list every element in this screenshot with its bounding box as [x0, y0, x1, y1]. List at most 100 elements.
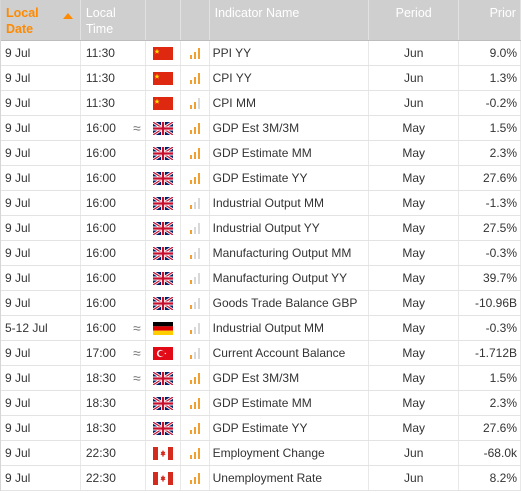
header-time-line-1: Local: [85, 6, 116, 20]
impact-bar-3: [197, 198, 200, 209]
impact-bar-2: [193, 227, 196, 234]
tentative-icon: ≈: [133, 345, 141, 361]
uk-flag-icon: [152, 271, 173, 285]
cell-period: May: [369, 141, 460, 165]
cell-indicator-name[interactable]: Employment Change: [210, 441, 370, 465]
cell-indicator-name[interactable]: Current Account Balance: [210, 341, 370, 365]
impact-bars-icon: [189, 47, 200, 59]
cell-time: 22:30: [81, 441, 146, 465]
cell-impact: [181, 291, 210, 315]
uk-flag-icon: [152, 171, 173, 185]
column-header-period[interactable]: Period: [369, 0, 460, 40]
table-row[interactable]: 9 Jul 16:00 Manufacturing Output YY May …: [1, 266, 521, 291]
table-row[interactable]: 9 Jul 16:00 Industrial Output YY May 27.…: [1, 216, 521, 241]
impact-bar-1: [189, 330, 192, 334]
cell-indicator-name[interactable]: GDP Est 3M/3M: [210, 366, 370, 390]
time-text: 18:30: [85, 371, 116, 385]
uk-flag-icon: [152, 121, 173, 135]
table-row[interactable]: 9 Jul 16:00 GDP Estimate YY May 27.6%: [1, 166, 521, 191]
impact-bar-2: [193, 277, 196, 284]
table-row[interactable]: 9 Jul 22:30 Employment Change Jun -68.0k: [1, 441, 521, 466]
cell-indicator-name[interactable]: GDP Estimate MM: [210, 141, 370, 165]
cell-date: 9 Jul: [1, 266, 81, 290]
cell-indicator-name[interactable]: GDP Estimate MM: [210, 391, 370, 415]
cell-impact: [181, 341, 210, 365]
cell-country: [146, 216, 181, 240]
time-text: 22:30: [85, 446, 116, 460]
cell-prior: 27.6%: [459, 416, 521, 440]
impact-bars-icon: [189, 322, 200, 334]
header-date-line-2: Date: [6, 22, 34, 36]
cell-impact: [181, 166, 210, 190]
cell-country: [146, 416, 181, 440]
cell-country: [146, 241, 181, 265]
cell-indicator-name[interactable]: GDP Estimate YY: [210, 416, 370, 440]
cell-indicator-name[interactable]: PPI YY: [210, 41, 370, 65]
column-header-local-date[interactable]: Local Date: [1, 0, 81, 40]
table-row[interactable]: 9 Jul 22:30 Unemployment Rate Jun 8.2%: [1, 466, 521, 491]
column-header-impact: [181, 0, 210, 40]
impact-bar-1: [189, 230, 192, 234]
table-row[interactable]: 5-12 Jul 16:00 ≈ Industrial Output MM Ma…: [1, 316, 521, 341]
impact-bar-3: [197, 398, 200, 409]
cell-indicator-name[interactable]: Manufacturing Output YY: [210, 266, 370, 290]
cell-impact: [181, 416, 210, 440]
impact-bar-2: [193, 52, 196, 59]
cell-indicator-name[interactable]: Industrial Output YY: [210, 216, 370, 240]
impact-bar-3: [197, 98, 200, 109]
cell-period: Jun: [369, 66, 460, 90]
cell-date: 9 Jul: [1, 391, 81, 415]
table-row[interactable]: 9 Jul 18:30 GDP Estimate YY May 27.6%: [1, 416, 521, 441]
impact-bar-2: [193, 102, 196, 109]
table-row[interactable]: 9 Jul 18:30 GDP Estimate MM May 2.3%: [1, 391, 521, 416]
cell-country: [146, 316, 181, 340]
column-header-indicator-name[interactable]: Indicator Name: [210, 0, 370, 40]
cell-indicator-name[interactable]: Unemployment Rate: [210, 466, 370, 490]
impact-bar-3: [197, 373, 200, 384]
table-row[interactable]: 9 Jul 16:00 Goods Trade Balance GBP May …: [1, 291, 521, 316]
tentative-icon: ≈: [133, 120, 141, 136]
cell-indicator-name[interactable]: GDP Estimate YY: [210, 166, 370, 190]
impact-bar-1: [189, 255, 192, 259]
cell-country: [146, 66, 181, 90]
table-row[interactable]: 9 Jul 17:00 ≈ Current Account Balance Ma…: [1, 341, 521, 366]
impact-bar-1: [189, 455, 192, 459]
table-row[interactable]: 9 Jul 11:30 CPI YY Jun 1.3%: [1, 66, 521, 91]
cell-time: 11:30: [81, 41, 146, 65]
table-row[interactable]: 9 Jul 16:00 Industrial Output MM May -1.…: [1, 191, 521, 216]
cell-impact: [181, 66, 210, 90]
cell-indicator-name[interactable]: CPI MM: [210, 91, 370, 115]
impact-bar-3: [197, 298, 200, 309]
column-header-prior[interactable]: Prior: [459, 0, 521, 40]
cell-indicator-name[interactable]: Industrial Output MM: [210, 191, 370, 215]
cell-time: 11:30: [81, 66, 146, 90]
cell-indicator-name[interactable]: Manufacturing Output MM: [210, 241, 370, 265]
table-row[interactable]: 9 Jul 11:30 CPI MM Jun -0.2%: [1, 91, 521, 116]
table-row[interactable]: 9 Jul 18:30 ≈ GDP Est 3M/3M May 1.5%: [1, 366, 521, 391]
china-flag-icon: [152, 71, 173, 85]
cell-time: 18:30 ≈: [81, 366, 146, 390]
cell-indicator-name[interactable]: Goods Trade Balance GBP: [210, 291, 370, 315]
cell-indicator-name[interactable]: CPI YY: [210, 66, 370, 90]
impact-bars-icon: [189, 247, 200, 259]
impact-bar-1: [189, 80, 192, 84]
sort-ascending-icon[interactable]: [63, 13, 73, 19]
impact-bars-icon: [189, 197, 200, 209]
cell-period: May: [369, 241, 460, 265]
impact-bar-2: [193, 252, 196, 259]
column-header-local-time[interactable]: Local Time: [81, 0, 146, 40]
cell-time: 17:00 ≈: [81, 341, 146, 365]
uk-flag-icon: [152, 146, 173, 160]
table-row[interactable]: 9 Jul 16:00 ≈ GDP Est 3M/3M May 1.5%: [1, 116, 521, 141]
time-text: 11:30: [85, 71, 115, 85]
cell-time: 18:30: [81, 416, 146, 440]
cell-indicator-name[interactable]: GDP Est 3M/3M: [210, 116, 370, 140]
cell-prior: 1.5%: [459, 116, 521, 140]
uk-flag-icon: [152, 196, 173, 210]
cell-period: May: [369, 166, 460, 190]
table-row[interactable]: 9 Jul 11:30 PPI YY Jun 9.0%: [1, 41, 521, 66]
table-row[interactable]: 9 Jul 16:00 GDP Estimate MM May 2.3%: [1, 141, 521, 166]
cell-indicator-name[interactable]: Industrial Output MM: [210, 316, 370, 340]
cell-date: 9 Jul: [1, 466, 81, 490]
table-row[interactable]: 9 Jul 16:00 Manufacturing Output MM May …: [1, 241, 521, 266]
